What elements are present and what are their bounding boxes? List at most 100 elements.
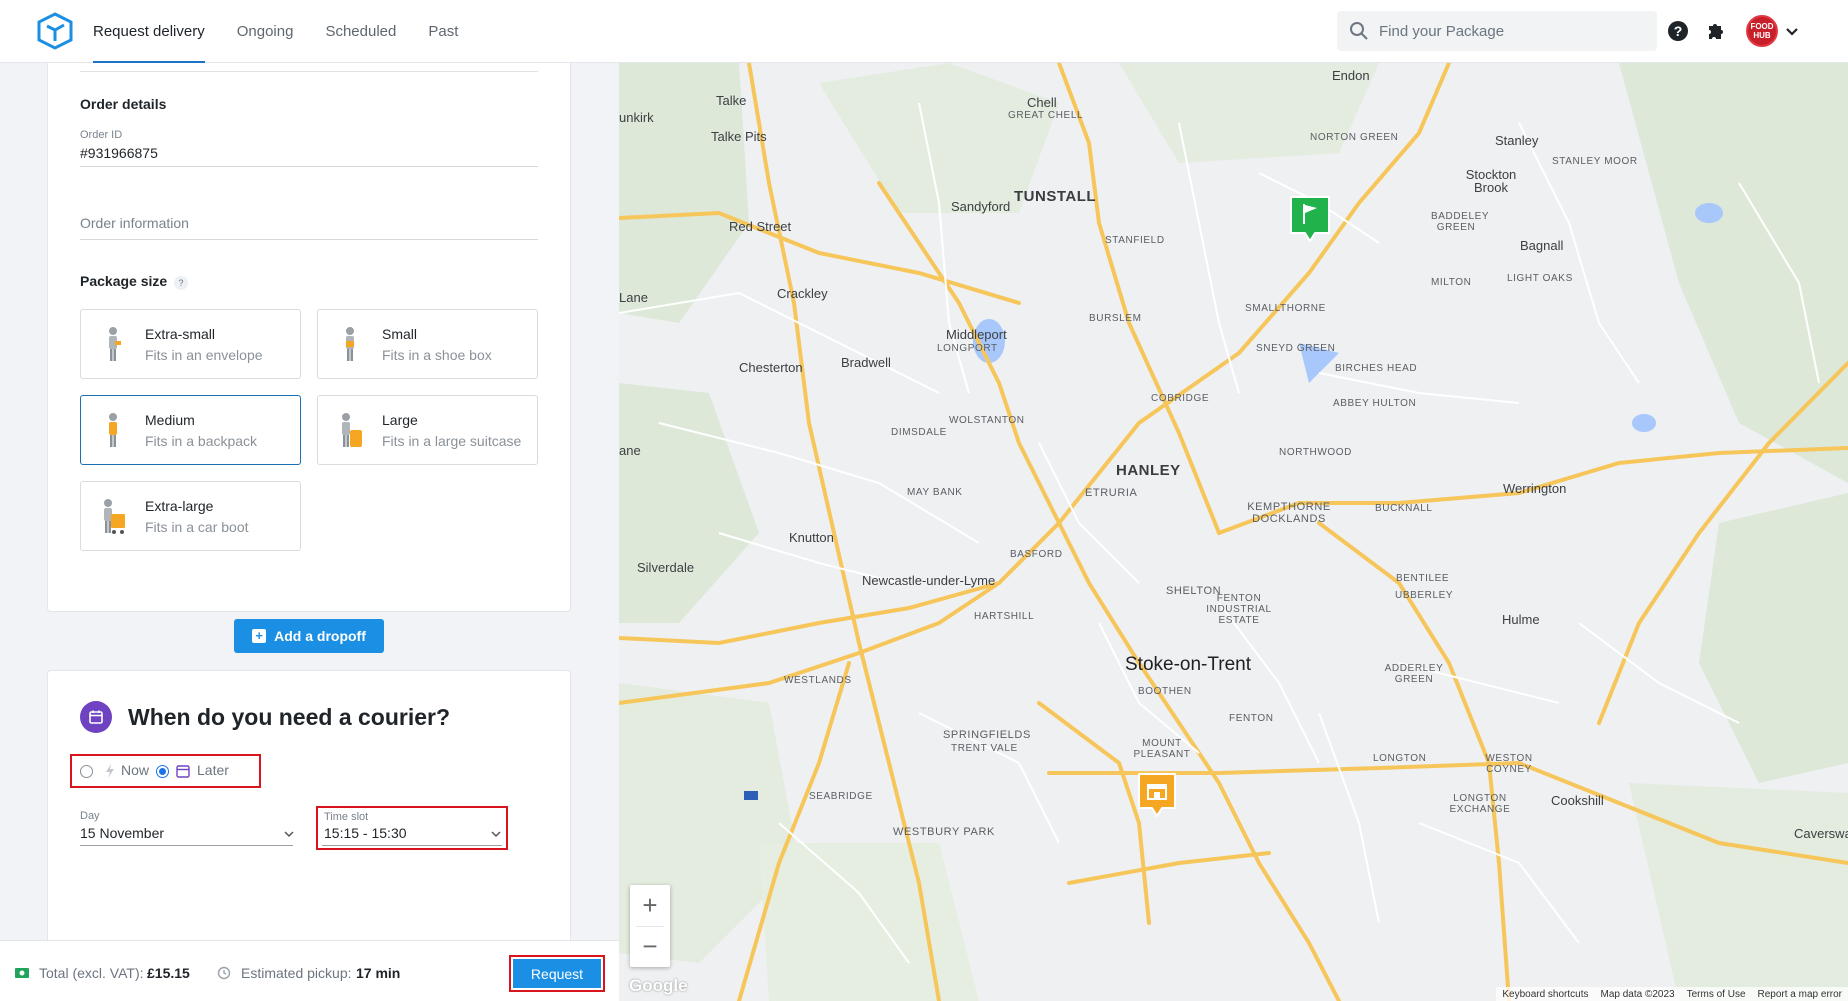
map-label: Endon <box>1332 68 1370 83</box>
extensions-puzzle-icon[interactable] <box>1705 19 1729 43</box>
zoom-controls: + − <box>630 885 670 967</box>
request-button-outline: Request <box>509 955 605 992</box>
now-radio[interactable] <box>80 765 93 778</box>
zoom-out-button[interactable]: − <box>630 926 670 967</box>
size-option-medium[interactable]: Medium Fits in a backpack <box>80 395 301 465</box>
map-attribution: Keyboard shortcuts Map data ©2023 Terms … <box>1496 987 1848 1001</box>
dropoff-flag-pin-icon[interactable] <box>1287 193 1333 245</box>
order-id-value[interactable]: #931966875 <box>80 145 158 161</box>
now-label[interactable]: Now <box>121 762 149 778</box>
map-label: BIRCHES HEAD <box>1335 363 1418 374</box>
map-label: GREAT CHELL <box>1008 110 1084 121</box>
tab-request-delivery[interactable]: Request delivery <box>93 0 205 63</box>
tab-ongoing[interactable]: Ongoing <box>237 0 294 63</box>
chevron-down-icon[interactable] <box>283 828 295 840</box>
map-label: KEMPTHORNE DOCKLANDS <box>1247 501 1331 525</box>
map-label: SMALLTHORNE <box>1245 303 1326 314</box>
calendar-small-icon <box>176 765 190 778</box>
map-label: Caverswa <box>1794 826 1848 841</box>
map-label: SPRINGFIELDS <box>943 729 1031 741</box>
map-label: ane <box>619 443 641 458</box>
person-cart-icon <box>104 499 125 534</box>
size-desc: Fits in a shoe box <box>382 347 492 363</box>
search-icon <box>1350 22 1368 40</box>
person-envelope-icon <box>109 327 121 361</box>
order-information-input[interactable]: Order information <box>80 215 189 231</box>
map-label: WESTLANDS <box>784 675 852 686</box>
map-label: TRENT VALE <box>951 743 1018 754</box>
map-data-text: Map data ©2023 <box>1600 988 1675 1000</box>
size-name: Extra-large <box>145 498 214 514</box>
chevron-down-icon[interactable] <box>1784 24 1800 40</box>
size-desc: Fits in a car boot <box>145 519 249 535</box>
package-search <box>1337 11 1657 51</box>
day-underline <box>80 845 293 846</box>
map-label: Knutton <box>789 530 834 545</box>
time-slot-select[interactable]: 15:15 - 15:30 <box>324 825 407 841</box>
map-label: Bagnall <box>1520 238 1564 253</box>
time-slot-field[interactable]: Time slot 15:15 - 15:30 <box>316 806 508 850</box>
map-label: WESTON COYNEY <box>1485 753 1533 775</box>
size-desc: Fits in a large suitcase <box>382 433 522 449</box>
person-shoebox-icon <box>346 327 354 361</box>
day-select[interactable]: 15 November <box>80 825 164 841</box>
later-radio[interactable] <box>156 765 169 778</box>
help-icon[interactable]: ? <box>1667 20 1689 42</box>
map-label: Talke <box>716 93 747 108</box>
total-amount: £15.15 <box>147 965 190 981</box>
map-label: BUCKNALL <box>1375 503 1433 514</box>
map-label: COBRIDGE <box>1151 393 1210 404</box>
app-logo-icon[interactable] <box>36 11 74 51</box>
size-option-extra-small[interactable]: Extra-small Fits in an envelope <box>80 309 301 379</box>
map-label: ETRURIA <box>1085 487 1138 499</box>
size-option-small[interactable]: Small Fits in a shoe box <box>317 309 538 379</box>
map-label: SEABRIDGE <box>809 791 873 802</box>
map-label: TUNSTALL <box>1014 188 1097 205</box>
map-label: STANFIELD <box>1105 235 1165 246</box>
package-size-help-icon[interactable]: ? <box>174 276 188 290</box>
order-id-underline <box>80 166 538 167</box>
map-label: Sandyford <box>951 199 1011 214</box>
tab-scheduled[interactable]: Scheduled <box>325 0 396 63</box>
map-label: BENTILEE <box>1396 573 1450 584</box>
map-label: STANLEY MOOR <box>1552 156 1638 167</box>
map-label: Stoke-on-Trent <box>1125 654 1252 675</box>
map-label: Middleport <box>946 327 1007 342</box>
map-label: WESTBURY PARK <box>893 826 995 838</box>
order-details-title: Order details <box>80 96 167 112</box>
cash-icon <box>15 968 29 978</box>
search-input[interactable] <box>1379 22 1639 40</box>
map-label: LONGTON <box>1373 753 1427 764</box>
avatar[interactable]: FOOD HUB <box>1746 15 1778 47</box>
map-label: Cookshill <box>1551 793 1604 808</box>
pickup-store-pin-icon[interactable] <box>1135 770 1179 820</box>
terms-link[interactable]: Terms of Use <box>1687 989 1746 1000</box>
map-label: BADDELEY GREEN <box>1431 211 1490 233</box>
map-label: Silverdale <box>637 560 695 575</box>
map-label: LONGTON EXCHANGE <box>1449 793 1511 815</box>
map-view[interactable]: Endon Talke Chell GREAT CHELL unkirk Tal… <box>619 63 1848 1001</box>
map-label: UBBERLEY <box>1395 590 1454 601</box>
plus-icon: + <box>252 629 267 643</box>
order-info-underline <box>80 239 538 240</box>
report-error-link[interactable]: Report a map error <box>1758 989 1842 1000</box>
map-label: NORTHWOOD <box>1279 447 1352 458</box>
size-option-extra-large[interactable]: Extra-large Fits in a car boot <box>80 481 301 551</box>
package-size-title: Package size <box>80 273 168 289</box>
later-label[interactable]: Later <box>197 762 229 778</box>
chevron-down-icon[interactable] <box>490 828 502 840</box>
size-option-large[interactable]: Large Fits in a large suitcase <box>317 395 538 465</box>
map-label: ADDERLEY GREEN <box>1384 663 1444 685</box>
map-label: Bradwell <box>841 355 891 370</box>
map-label: BURSLEM <box>1089 313 1142 324</box>
pickup-label: Estimated pickup: <box>241 965 352 981</box>
keyboard-shortcuts-link[interactable]: Keyboard shortcuts <box>1502 989 1588 1000</box>
request-button[interactable]: Request <box>513 959 601 988</box>
map-label: MILTON <box>1431 277 1472 288</box>
tab-past[interactable]: Past <box>428 0 458 63</box>
zoom-in-button[interactable]: + <box>630 885 670 926</box>
map-label: WOLSTANTON <box>949 415 1025 426</box>
main-nav: Request delivery Ongoing Scheduled Past <box>93 0 490 63</box>
map-label: LIGHT OAKS <box>1507 273 1573 284</box>
add-dropoff-button[interactable]: + Add a dropoff <box>234 619 384 653</box>
